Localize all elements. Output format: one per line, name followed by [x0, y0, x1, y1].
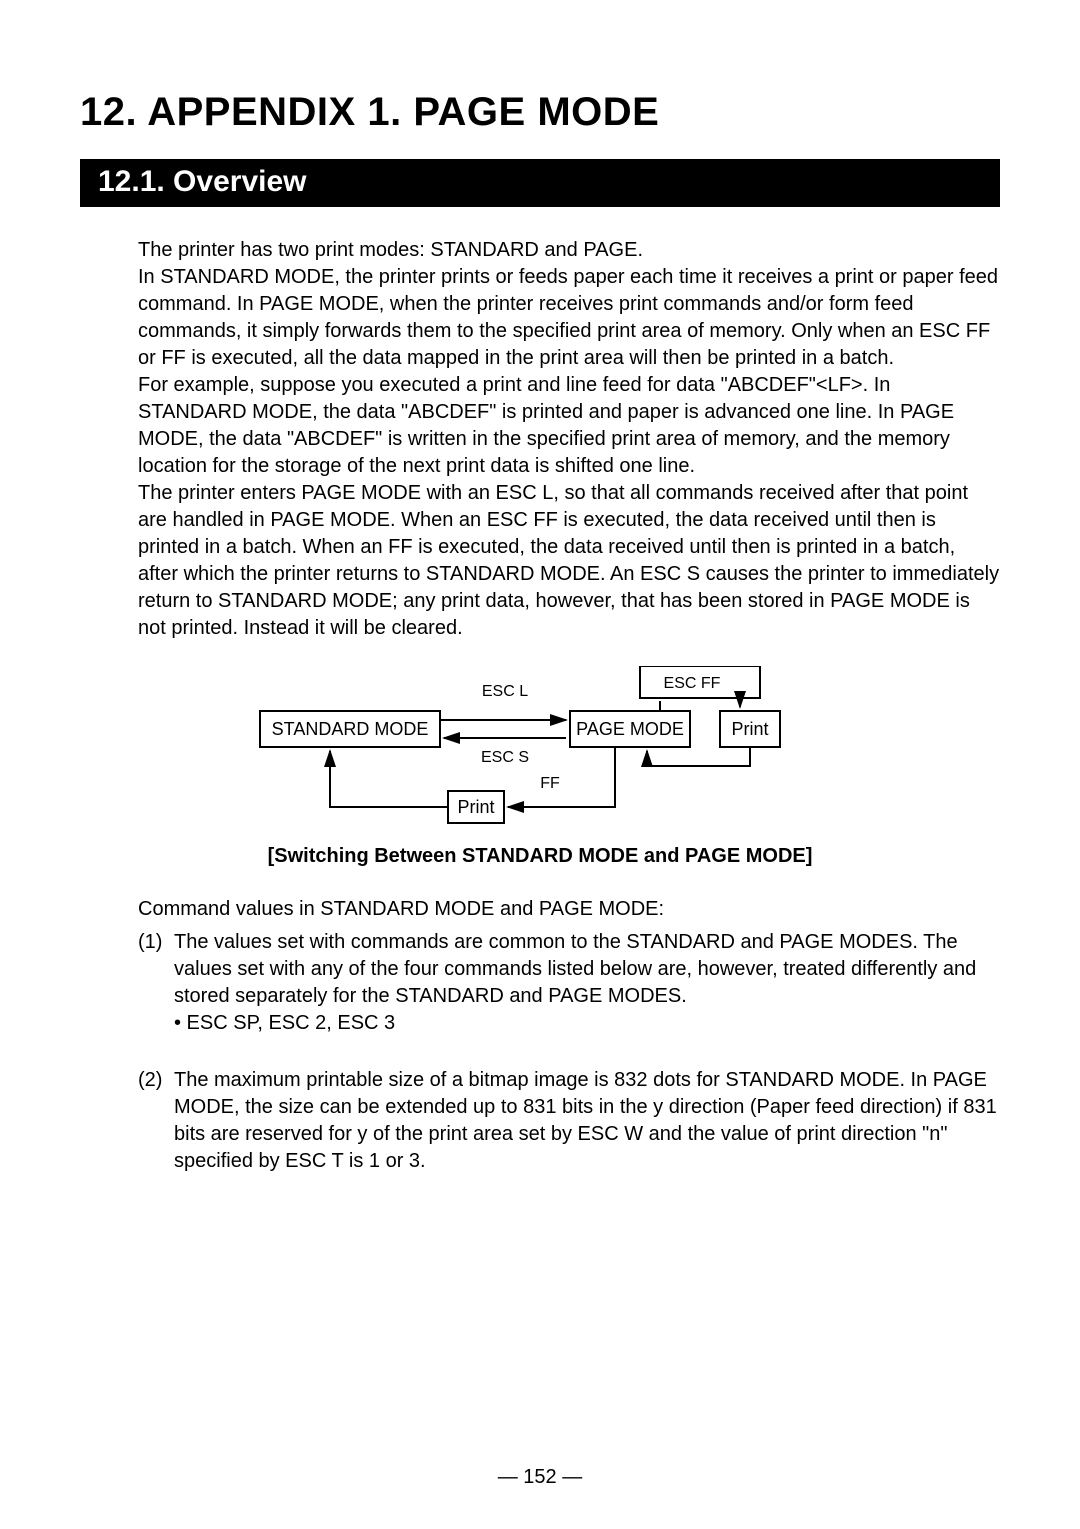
print-label-right: Print	[731, 719, 768, 739]
paragraph: The printer enters PAGE MODE with an ESC…	[138, 480, 1000, 642]
page-mode-label: PAGE MODE	[576, 719, 684, 739]
paragraph: In STANDARD MODE, the printer prints or …	[138, 264, 1000, 372]
list-body-text: The values set with commands are common …	[174, 931, 976, 1007]
section-heading: 12.1. Overview	[80, 159, 1000, 207]
print-label-bottom: Print	[457, 797, 494, 817]
esc-ff-label: ESC FF	[664, 675, 721, 692]
esc-l-label: ESC L	[482, 683, 528, 700]
cmd-values-heading: Command values in STANDARD MODE and PAGE…	[138, 896, 1000, 923]
list-number: (1)	[138, 929, 174, 1037]
bullet-text: • ESC SP, ESC 2, ESC 3	[174, 1010, 1000, 1037]
list-item: (1) The values set with commands are com…	[138, 929, 1000, 1037]
chapter-title: 12. APPENDIX 1. PAGE MODE	[80, 90, 1000, 135]
page-number: — 152 —	[0, 1466, 1080, 1489]
esc-s-label: ESC S	[481, 749, 529, 766]
list-item: (2) The maximum printable size of a bitm…	[138, 1067, 1000, 1175]
paragraph: For example, suppose you executed a prin…	[138, 372, 1000, 480]
ff-label: FF	[540, 775, 560, 792]
diagram-caption: [Switching Between STANDARD MODE and PAG…	[80, 845, 1000, 868]
overview-text-block: The printer has two print modes: STANDAR…	[138, 237, 1000, 642]
list-body-text: The maximum printable size of a bitmap i…	[174, 1069, 997, 1172]
paragraph: The printer has two print modes: STANDAR…	[138, 237, 1000, 264]
standard-mode-label: STANDARD MODE	[272, 719, 429, 739]
list-number: (2)	[138, 1067, 174, 1175]
mode-diagram: STANDARD MODE PAGE MODE Print ESC FF ESC…	[80, 666, 1000, 831]
